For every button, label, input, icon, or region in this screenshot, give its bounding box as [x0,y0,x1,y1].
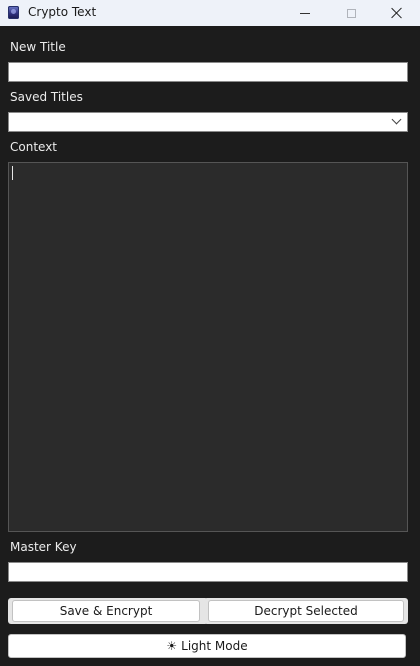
light-mode-label: Light Mode [181,639,248,653]
decrypt-selected-button[interactable]: Decrypt Selected [208,600,404,622]
maximize-button[interactable] [328,0,374,26]
light-mode-button[interactable]: ☀ Light Mode [8,634,406,658]
app-icon [8,6,19,19]
sun-icon: ☀ [166,639,178,653]
master-key-label: Master Key [10,540,77,554]
maximize-icon [346,8,356,18]
save-encrypt-button[interactable]: Save & Encrypt [12,600,200,622]
title-bar[interactable]: Crypto Text [0,0,420,26]
window-title: Crypto Text [28,5,97,19]
context-label: Context [10,140,58,154]
close-button[interactable] [374,0,420,26]
context-textarea[interactable] [8,162,408,532]
chevron-down-icon [391,114,402,125]
text-cursor [12,166,13,180]
app-window: Crypto Text New Title Saved Titles Conte… [0,0,420,666]
minimize-icon [300,12,310,14]
new-title-input[interactable] [8,62,408,82]
master-key-input[interactable] [8,562,408,582]
saved-titles-label: Saved Titles [10,90,83,104]
close-icon [391,7,403,19]
new-title-label: New Title [10,40,66,54]
minimize-button[interactable] [282,0,328,26]
dropdown-arrow[interactable] [389,114,403,130]
saved-titles-dropdown[interactable] [8,112,408,132]
